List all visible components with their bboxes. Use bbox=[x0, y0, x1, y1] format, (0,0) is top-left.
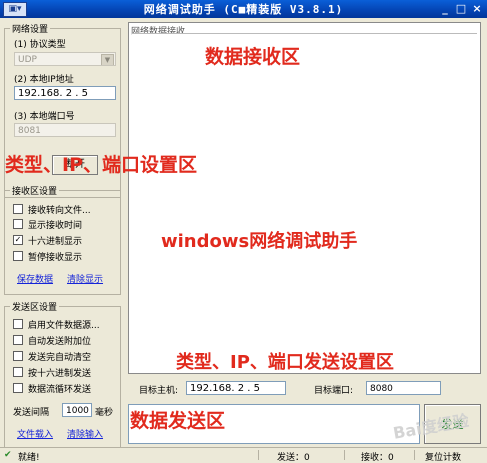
close-icon[interactable]: × bbox=[469, 1, 485, 16]
local-ip-label: (2) 本地IP地址 bbox=[14, 75, 74, 85]
group-title: 网络设置 bbox=[10, 22, 51, 35]
receive-textarea[interactable] bbox=[132, 33, 477, 372]
local-port-label: (3) 本地端口号 bbox=[14, 112, 75, 122]
auto-append-checkbox[interactable]: 自动发送附加位 bbox=[13, 334, 92, 347]
annotation-receive-area: 数据接收区 bbox=[205, 46, 301, 68]
pause-display-checkbox[interactable]: 暂停接收显示 bbox=[13, 250, 83, 263]
protocol-select[interactable]: UDP ▼ bbox=[14, 52, 116, 66]
protocol-label: (1) 协议类型 bbox=[14, 40, 66, 50]
local-ip-input[interactable]: 192.168. 2 . 5 bbox=[14, 86, 116, 100]
annotation-send-settings: 类型、IP、端口发送设置区 bbox=[176, 352, 394, 373]
hex-display-checkbox[interactable]: ✓ 十六进制显示 bbox=[13, 234, 83, 247]
annotation-type-ip-port: 类型、IP、端口设置区 bbox=[5, 154, 197, 176]
annotation-send-area: 数据发送区 bbox=[130, 410, 226, 432]
window-title: 网络调试助手 (C■精装版 V3.8.1) bbox=[143, 3, 344, 16]
checkbox-label: 十六进制显示 bbox=[28, 236, 83, 247]
clear-display-link[interactable]: 清除显示 bbox=[67, 272, 103, 285]
status-icon: ✔ bbox=[4, 450, 12, 460]
local-port-input[interactable]: 8081 bbox=[14, 123, 116, 137]
checkbox-box[interactable] bbox=[13, 219, 23, 229]
left-settings-panel: 网络设置 (1) 协议类型 UDP ▼ (2) 本地IP地址 192.168. … bbox=[0, 18, 124, 460]
checkbox-box[interactable] bbox=[13, 383, 23, 393]
clear-input-link[interactable]: 清除输入 bbox=[67, 427, 103, 440]
checkbox-label: 显示接收时间 bbox=[28, 220, 83, 231]
interval-unit: 毫秒 bbox=[95, 408, 114, 418]
checkbox-box[interactable] bbox=[13, 335, 23, 345]
status-text: 就绪! bbox=[18, 453, 40, 463]
save-data-link[interactable]: 保存数据 bbox=[17, 272, 53, 285]
interval-input[interactable]: 1000 bbox=[62, 403, 92, 417]
protocol-value: UDP bbox=[18, 55, 37, 65]
checkmark-icon[interactable]: ✓ bbox=[13, 235, 23, 245]
checkbox-label: 暂停接收显示 bbox=[28, 252, 83, 263]
status-bar: ✔ 就绪! 发送：0 接收：0 复位计数 bbox=[0, 447, 487, 463]
title-bar: ▣▾ 网络调试助手 (C■精装版 V3.8.1) _ □ × bbox=[0, 0, 487, 18]
checkbox-box[interactable] bbox=[13, 204, 23, 214]
annotation-app-name: windows网络调试助手 bbox=[161, 231, 358, 252]
reset-count-button[interactable]: 复位计数 bbox=[414, 450, 485, 463]
minimize-icon[interactable]: _ bbox=[437, 1, 453, 16]
target-port-input[interactable]: 8080 bbox=[366, 381, 441, 395]
show-receive-time-checkbox[interactable]: 显示接收时间 bbox=[13, 218, 83, 231]
checkbox-box[interactable] bbox=[13, 251, 23, 261]
target-bar: 目标主机: 192.168. 2 . 5 目标端口: 8080 bbox=[128, 378, 481, 400]
maximize-icon[interactable]: □ bbox=[453, 1, 469, 16]
target-host-input[interactable]: 192.168. 2 . 5 bbox=[186, 381, 286, 395]
checkbox-box[interactable] bbox=[13, 351, 23, 361]
group-title: 发送区设置 bbox=[10, 300, 60, 313]
loop-send-checkbox[interactable]: 数据流循环发送 bbox=[13, 382, 92, 395]
target-port-label: 目标端口: bbox=[314, 386, 354, 396]
checkbox-label: 数据流循环发送 bbox=[28, 384, 92, 395]
checkbox-label: 发送完自动清空 bbox=[28, 352, 92, 363]
receive-to-file-checkbox[interactable]: 接收转向文件... bbox=[13, 203, 91, 216]
checkbox-label: 接收转向文件... bbox=[28, 205, 91, 216]
sent-count: 发送：0 bbox=[258, 450, 341, 463]
checkbox-label: 启用文件数据源... bbox=[28, 320, 100, 331]
chevron-down-icon[interactable]: ▼ bbox=[101, 54, 114, 65]
target-host-label: 目标主机: bbox=[139, 386, 179, 396]
checkbox-label: 按十六进制发送 bbox=[28, 368, 92, 379]
checkbox-box[interactable] bbox=[13, 367, 23, 377]
checkbox-box[interactable] bbox=[13, 319, 23, 329]
checkbox-label: 自动发送附加位 bbox=[28, 336, 92, 347]
received-count: 接收：0 bbox=[344, 450, 413, 463]
hex-send-checkbox[interactable]: 按十六进制发送 bbox=[13, 366, 92, 379]
auto-clear-checkbox[interactable]: 发送完自动清空 bbox=[13, 350, 92, 363]
receive-panel: 网络数据接收 bbox=[128, 22, 481, 374]
group-title: 接收区设置 bbox=[10, 184, 60, 197]
interval-label: 发送间隔 bbox=[13, 408, 50, 418]
load-file-link[interactable]: 文件载入 bbox=[17, 427, 53, 440]
file-source-checkbox[interactable]: 启用文件数据源... bbox=[13, 318, 100, 331]
